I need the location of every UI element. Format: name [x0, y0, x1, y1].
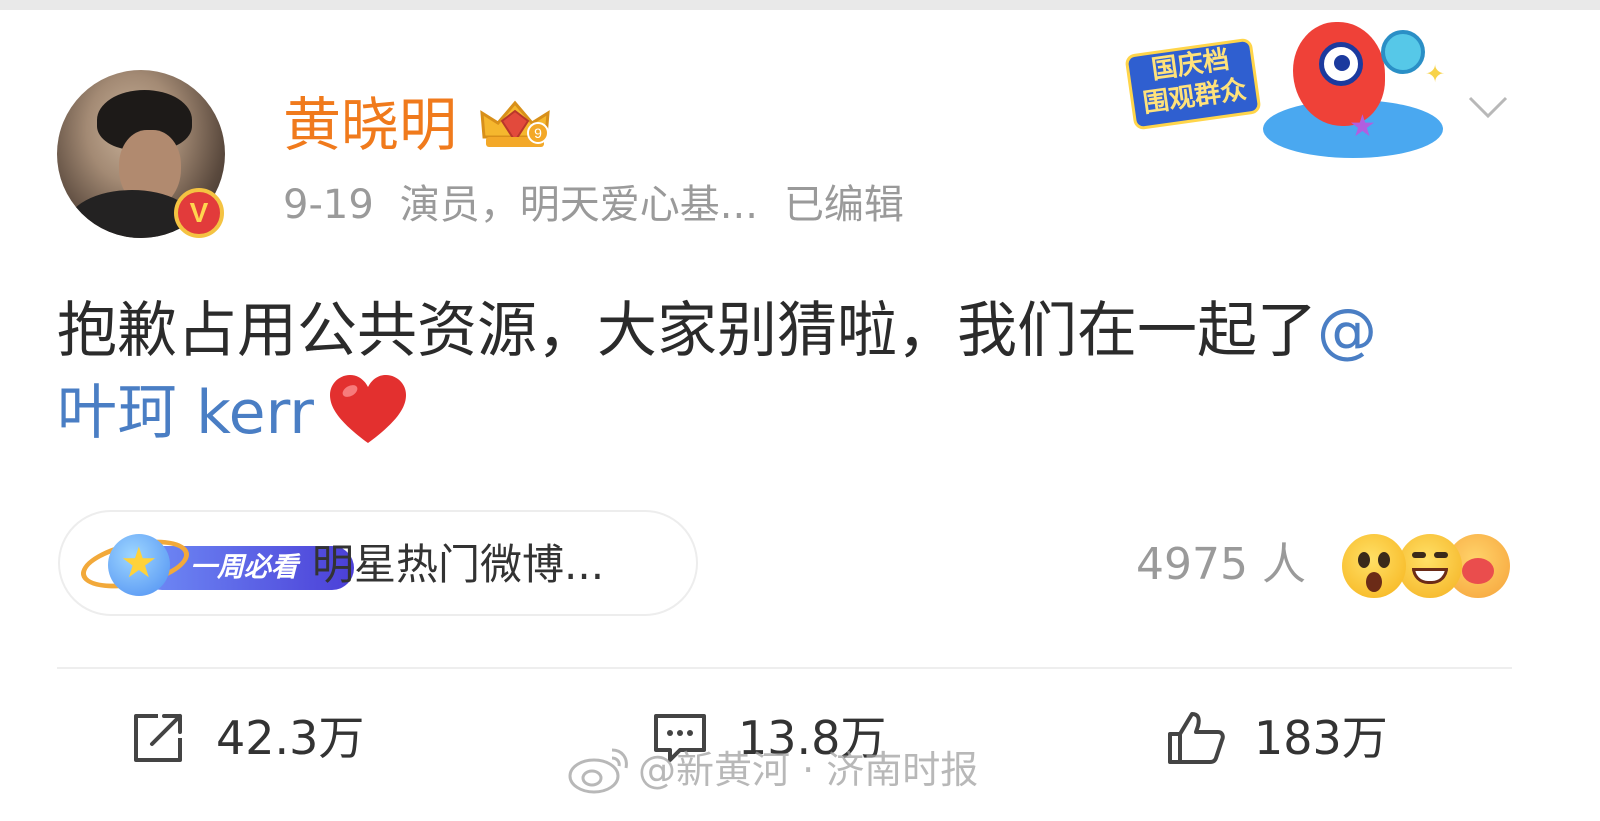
chevron-down-icon[interactable]: [1466, 84, 1510, 128]
reaction-count[interactable]: 4975 人: [1136, 538, 1306, 592]
emoji-mouth: [1412, 568, 1448, 584]
star-icon: ★: [120, 538, 158, 587]
crown-icon: 9: [480, 100, 550, 147]
svg-text:9: 9: [534, 125, 542, 141]
laughing-emoji-icon: [1398, 534, 1462, 598]
like-icon: [1168, 712, 1225, 764]
like-count: 183万: [1254, 711, 1388, 765]
emoji-eye: [1358, 552, 1370, 568]
holiday-badge[interactable]: 国庆档 围观群众 ★ ✦: [1113, 22, 1455, 162]
topic-title: 明星热门微博...: [312, 540, 605, 589]
post-meta: 9-19 演员，明天爱心基... 已编辑: [283, 180, 930, 230]
repost-icon: [134, 714, 182, 762]
heart-emoji-icon: [329, 375, 406, 443]
mention-at[interactable]: @: [1317, 296, 1377, 366]
post-body: 抱歉占用公共资源，大家别猜啦，我们在一起了: [57, 296, 1317, 366]
star-icon: ★: [1349, 109, 1376, 144]
emoji-mouth: [1366, 572, 1382, 592]
repost-count: 42.3万: [216, 711, 365, 765]
edited-label[interactable]: 已编辑: [784, 182, 904, 228]
holiday-badge-tag: 国庆档 围观群众: [1124, 37, 1262, 131]
topic-pill[interactable]: ★ 一周必看 明星热门微博...: [58, 510, 698, 616]
author-bio[interactable]: 演员，明天爱心基...: [400, 182, 758, 228]
mention-link[interactable]: 叶珂 kerr: [57, 378, 314, 448]
weibo-logo-icon: [568, 748, 628, 794]
emoji-eye: [1378, 552, 1390, 568]
mascot-eye-icon: [1319, 42, 1363, 86]
post-date: 9-19: [283, 182, 374, 228]
surprised-emoji-icon: [1342, 534, 1406, 598]
repost-button[interactable]: 42.3万: [128, 708, 364, 768]
author-name[interactable]: 黄晓明: [283, 90, 457, 160]
sparkle-icon: ✦: [1425, 60, 1446, 88]
emoji-eye: [1434, 552, 1448, 558]
like-button[interactable]: 183万: [1166, 708, 1388, 768]
divider: [57, 667, 1512, 669]
watermark: @新黄河 · 济南时报: [566, 744, 978, 796]
top-strip: [0, 0, 1600, 10]
post-text: 抱歉占用公共资源，大家别猜啦，我们在一起了@ 叶珂 kerr: [57, 290, 1527, 454]
emoji-eye: [1412, 552, 1426, 558]
watermark-text: @新黄河 · 济南时报: [638, 748, 979, 792]
badge-label: 一周必看: [190, 552, 298, 583]
film-reel-icon: [1381, 30, 1425, 74]
verified-badge-icon: V: [174, 188, 224, 238]
emoji-heart: [1462, 558, 1494, 584]
